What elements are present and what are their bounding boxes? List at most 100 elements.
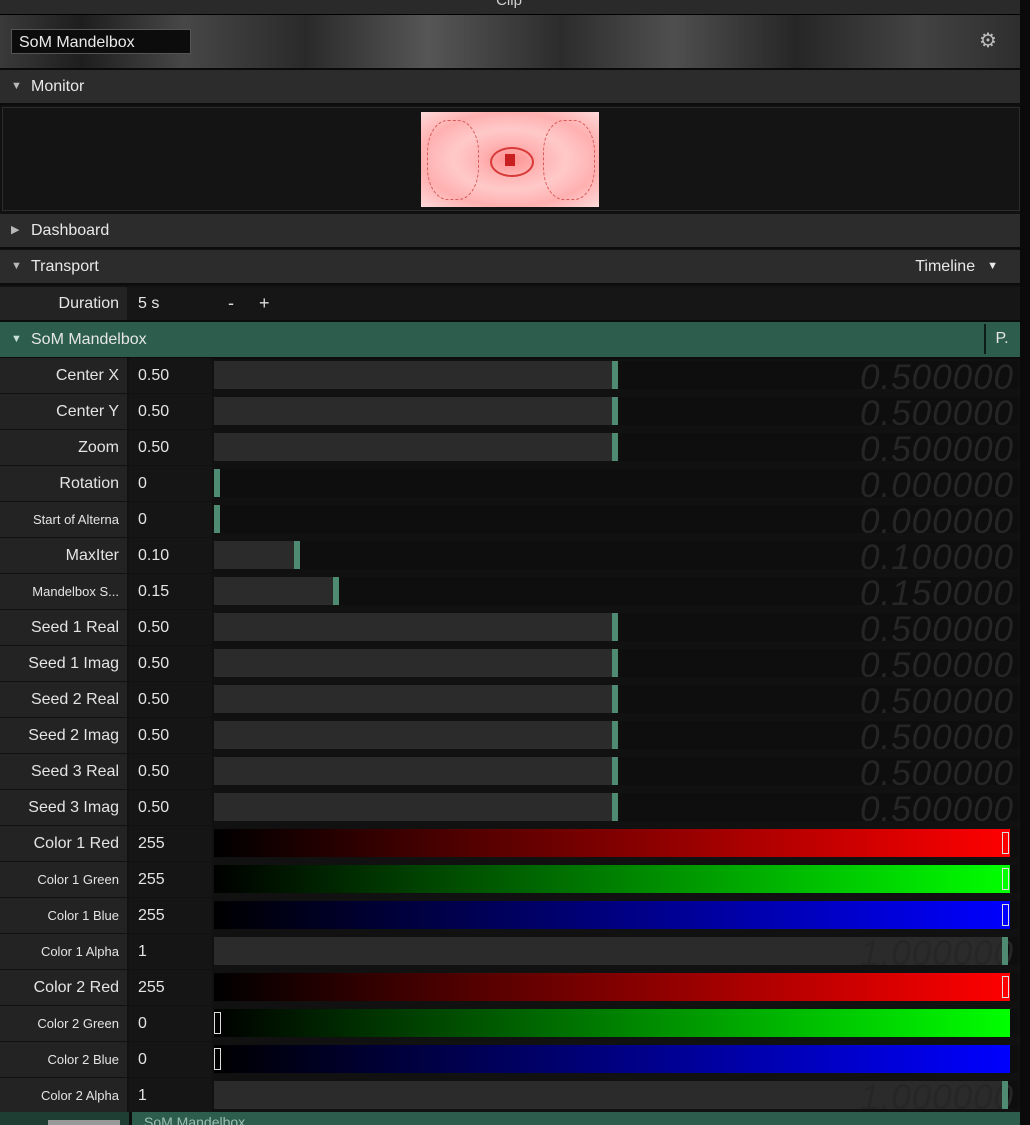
slider-fill xyxy=(214,361,612,389)
param-slider[interactable]: 0.500000 xyxy=(214,433,1018,461)
chevron-down-icon[interactable]: ▼ xyxy=(11,322,22,357)
param-slider[interactable]: 0.150000 xyxy=(214,577,1018,605)
param-value-field[interactable]: 0.50 xyxy=(129,394,212,429)
param-slider[interactable]: 0.500000 xyxy=(214,613,1018,641)
slider-handle[interactable] xyxy=(612,433,618,461)
param-slider[interactable] xyxy=(214,1045,1018,1073)
section-transport[interactable]: ▼ Transport Timeline ▼ xyxy=(0,250,1020,285)
param-slider[interactable]: 0.500000 xyxy=(214,793,1018,821)
param-value-field[interactable]: 1 xyxy=(129,934,212,969)
param-row: Seed 3 Imag 0.50 0.500000 xyxy=(0,790,1020,825)
slider-handle[interactable] xyxy=(1002,937,1008,965)
slider-handle[interactable] xyxy=(1002,832,1009,854)
param-row: Color 1 Red 255 xyxy=(0,826,1020,861)
param-value-field[interactable]: 0 xyxy=(129,466,212,501)
chevron-down-icon[interactable]: ▼ xyxy=(11,70,22,103)
param-value-field[interactable]: 0 xyxy=(129,502,212,537)
slider-handle[interactable] xyxy=(612,361,618,389)
slider-fill xyxy=(214,721,612,749)
chevron-down-icon[interactable]: ▼ xyxy=(11,250,22,283)
param-value-field[interactable]: 255 xyxy=(129,826,212,861)
slider-handle[interactable] xyxy=(1002,1081,1008,1109)
param-precise-value: 1.000000 xyxy=(860,937,1014,965)
param-value-field[interactable]: 255 xyxy=(129,970,212,1005)
next-clip-label: SoM Mandelbox xyxy=(144,1116,246,1125)
param-value-field[interactable]: 0.10 xyxy=(129,538,212,573)
param-value-field[interactable]: 0.50 xyxy=(129,754,212,789)
slider-handle[interactable] xyxy=(1002,904,1009,926)
param-slider[interactable]: 0.500000 xyxy=(214,757,1018,785)
param-value-field[interactable]: 0.50 xyxy=(129,610,212,645)
param-slider[interactable]: 1.000000 xyxy=(214,937,1018,965)
slider-handle[interactable] xyxy=(214,469,220,497)
chevron-right-icon[interactable]: ▶ xyxy=(11,214,19,247)
slider-handle[interactable] xyxy=(612,793,618,821)
clip-name-field[interactable]: SoM Mandelbox xyxy=(11,29,191,54)
next-clip-thumb-cell xyxy=(0,1112,132,1125)
param-value-field[interactable]: 0.50 xyxy=(129,718,212,753)
param-slider[interactable]: 0.000000 xyxy=(214,505,1018,533)
param-slider[interactable]: 0.500000 xyxy=(214,649,1018,677)
next-clip-thumbnail[interactable] xyxy=(48,1120,120,1125)
effect-header[interactable]: ▼ SoM Mandelbox P. xyxy=(0,322,1020,359)
duration-label: Duration xyxy=(0,287,127,320)
param-value-field[interactable]: 0 xyxy=(129,1006,212,1041)
param-row: Seed 3 Real 0.50 0.500000 xyxy=(0,754,1020,789)
monitor-preview-thumbnail[interactable] xyxy=(421,112,599,207)
slider-handle[interactable] xyxy=(1002,868,1009,890)
param-slider[interactable]: 1.000000 xyxy=(214,1081,1018,1109)
slider-handle[interactable] xyxy=(612,397,618,425)
slider-handle[interactable] xyxy=(333,577,339,605)
slider-handle[interactable] xyxy=(214,1012,221,1034)
param-value-field[interactable]: 0 xyxy=(129,1042,212,1077)
param-slider[interactable] xyxy=(214,901,1018,929)
slider-handle[interactable] xyxy=(214,1048,221,1070)
duration-value[interactable]: 5 s xyxy=(138,287,159,320)
param-label: Color 2 Alpha xyxy=(0,1078,127,1113)
slider-handle[interactable] xyxy=(612,649,618,677)
param-value-field[interactable]: 255 xyxy=(129,862,212,897)
gear-icon[interactable]: ⚙ xyxy=(978,31,998,51)
slider-handle[interactable] xyxy=(612,613,618,641)
scrollbar-track[interactable] xyxy=(1020,0,1030,1125)
param-value-field[interactable]: 0.50 xyxy=(129,430,212,465)
param-label: Rotation xyxy=(0,466,127,501)
param-slider[interactable] xyxy=(214,865,1018,893)
slider-handle[interactable] xyxy=(294,541,300,569)
param-value-field[interactable]: 1 xyxy=(129,1078,212,1113)
slider-handle[interactable] xyxy=(612,757,618,785)
param-slider[interactable] xyxy=(214,1009,1018,1037)
param-value-field[interactable]: 255 xyxy=(129,898,212,933)
param-value-field[interactable]: 0.50 xyxy=(129,790,212,825)
param-label: Color 2 Blue xyxy=(0,1042,127,1077)
param-slider[interactable]: 0.500000 xyxy=(214,721,1018,749)
effect-p-button[interactable]: P. xyxy=(984,324,1018,354)
param-slider[interactable]: 0.500000 xyxy=(214,397,1018,425)
slider-handle[interactable] xyxy=(612,685,618,713)
slider-handle[interactable] xyxy=(1002,976,1009,998)
param-slider[interactable]: 0.100000 xyxy=(214,541,1018,569)
param-precise-value: 0.500000 xyxy=(860,613,1014,641)
slider-fill xyxy=(214,397,612,425)
param-value-field[interactable]: 0.15 xyxy=(129,574,212,609)
transport-mode-dropdown[interactable]: Timeline ▼ xyxy=(915,250,998,285)
param-slider[interactable] xyxy=(214,973,1018,1001)
section-dashboard[interactable]: ▶ Dashboard xyxy=(0,214,1020,249)
param-value-field[interactable]: 0.50 xyxy=(129,358,212,393)
param-value-field[interactable]: 0.50 xyxy=(129,646,212,681)
slider-handle[interactable] xyxy=(612,721,618,749)
param-slider[interactable]: 0.500000 xyxy=(214,361,1018,389)
section-monitor[interactable]: ▼ Monitor xyxy=(0,70,1020,105)
color-gradient xyxy=(214,1045,1010,1073)
param-slider[interactable]: 0.000000 xyxy=(214,469,1018,497)
duration-increase-button[interactable]: + xyxy=(259,287,270,320)
param-precise-value: 0.000000 xyxy=(860,469,1014,497)
param-value-field[interactable]: 0.50 xyxy=(129,682,212,717)
duration-decrease-button[interactable]: - xyxy=(228,287,234,320)
param-slider[interactable]: 0.500000 xyxy=(214,685,1018,713)
param-label: Seed 3 Imag xyxy=(0,790,127,825)
slider-handle[interactable] xyxy=(214,505,220,533)
param-row: Mandelbox S... 0.15 0.150000 xyxy=(0,574,1020,609)
param-slider[interactable] xyxy=(214,829,1018,857)
color-gradient xyxy=(214,1009,1010,1037)
